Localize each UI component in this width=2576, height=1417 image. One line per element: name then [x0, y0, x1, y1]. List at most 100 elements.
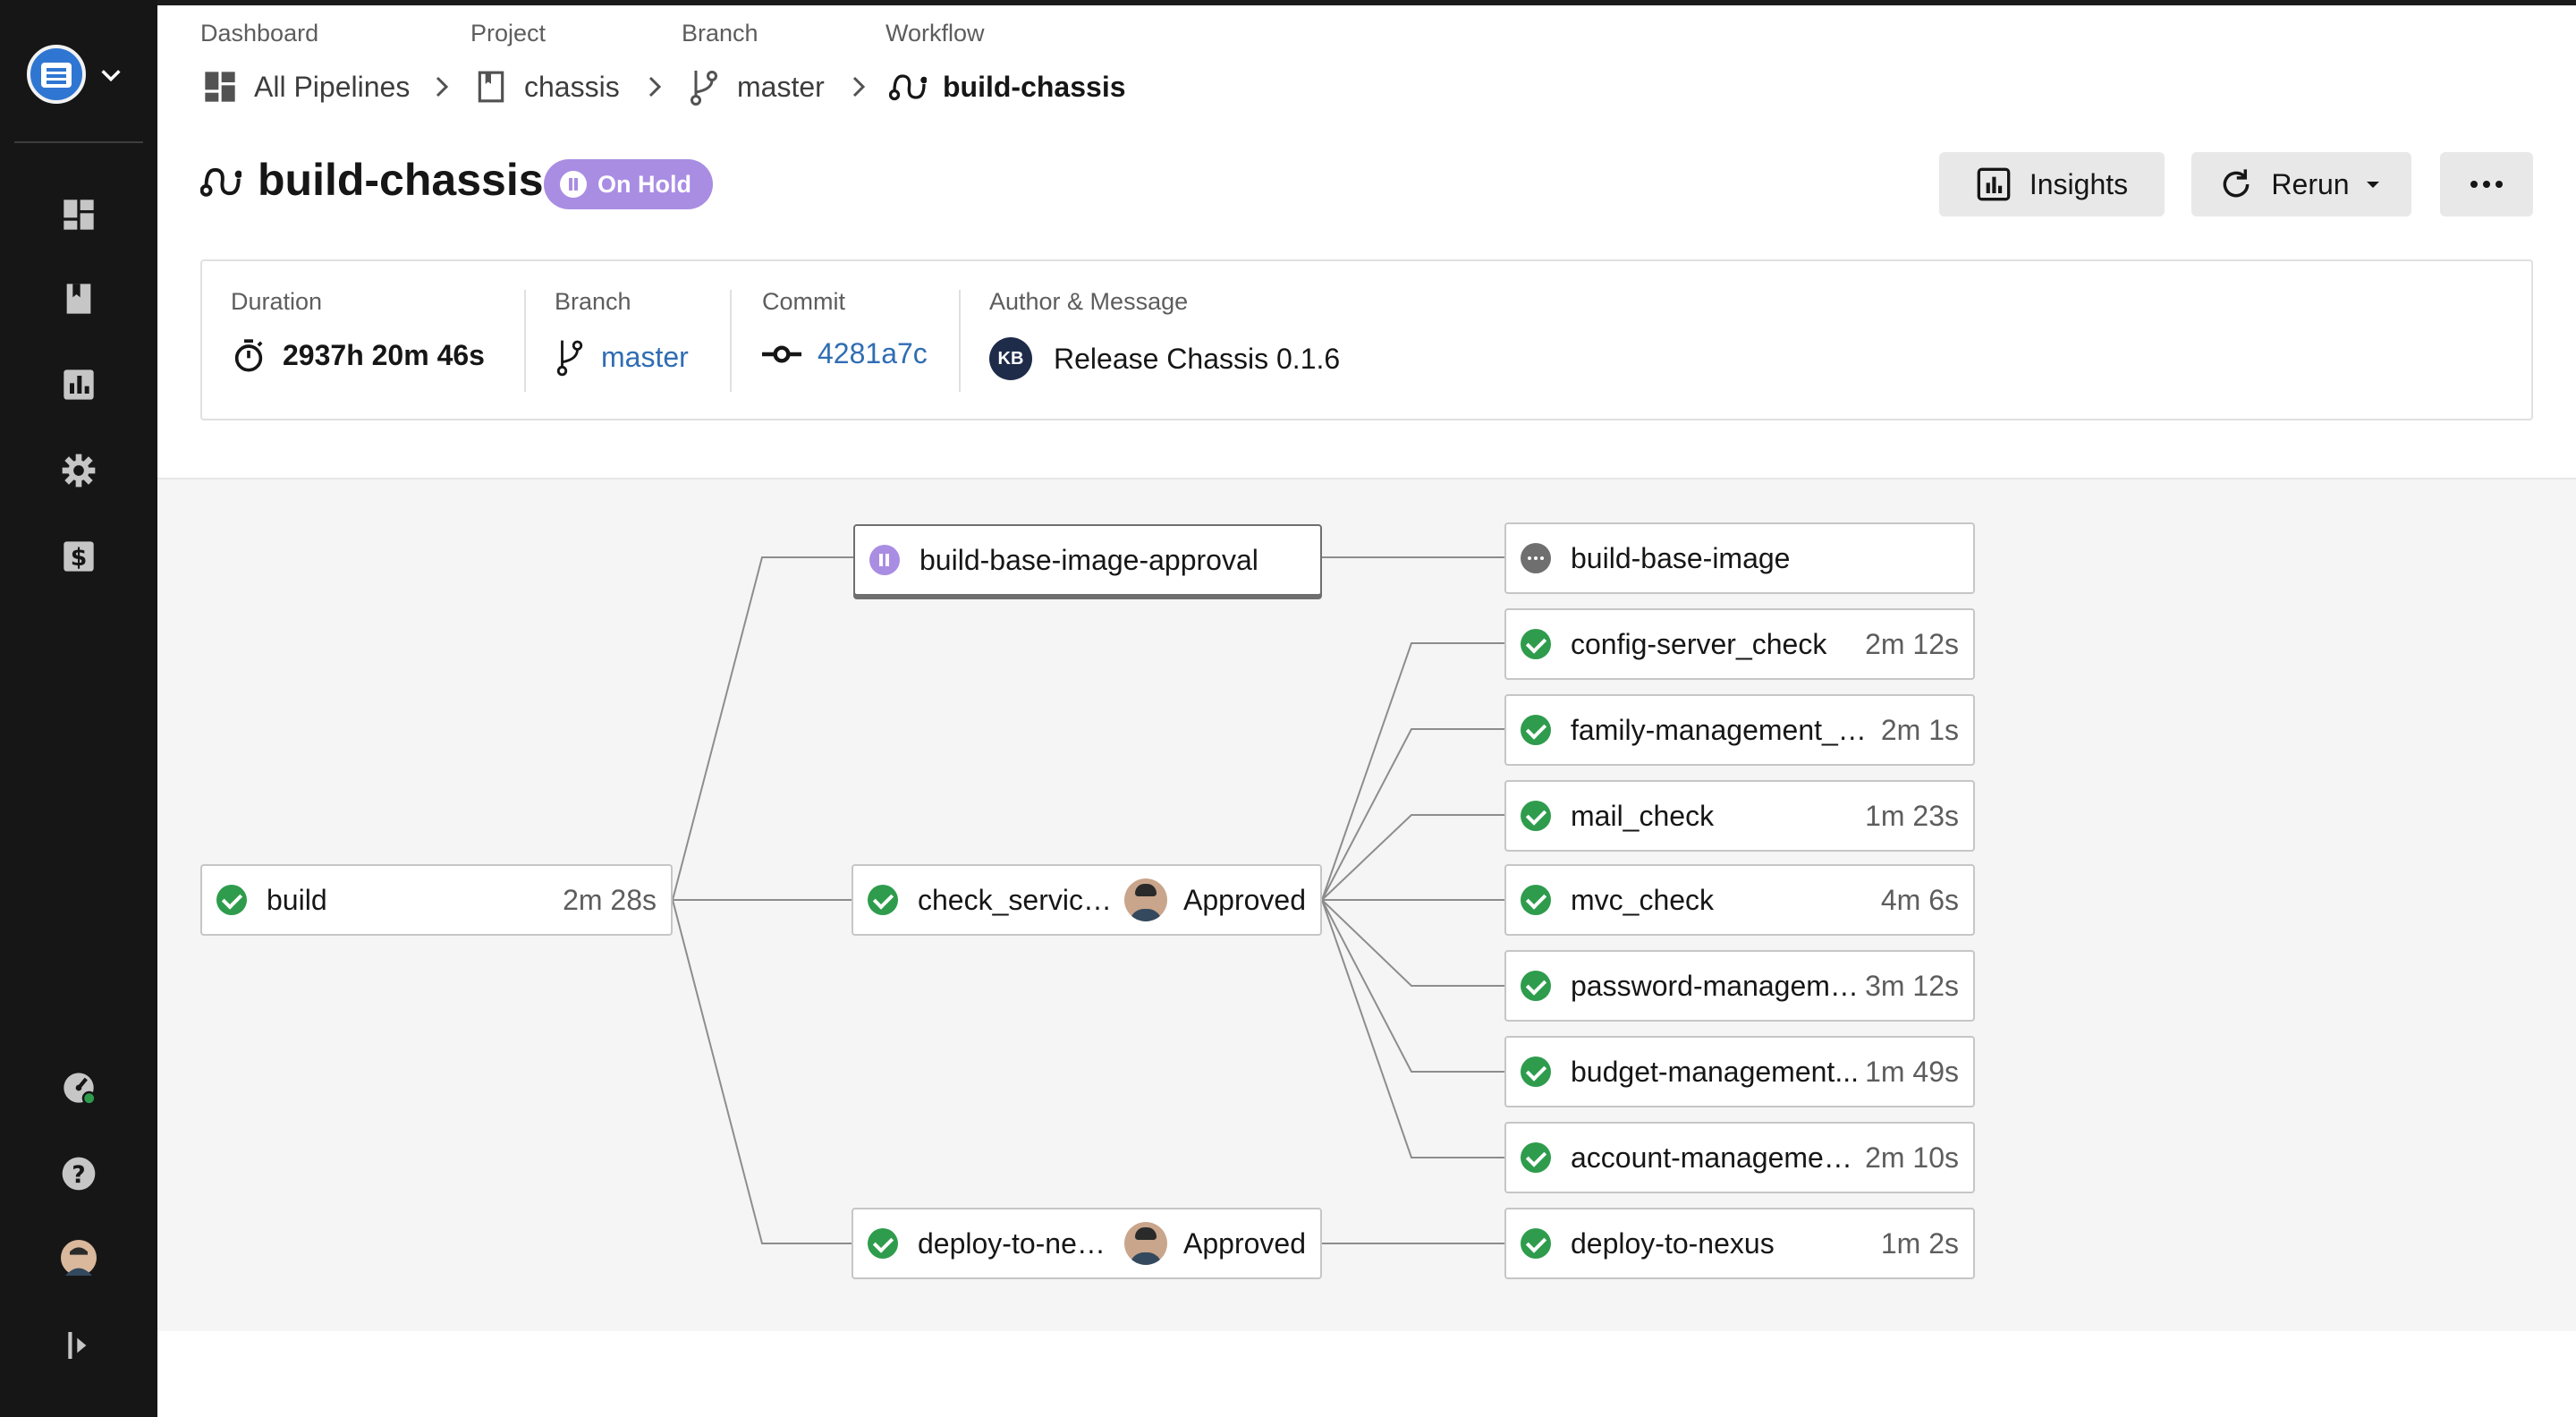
job-name: build — [267, 883, 327, 916]
job-duration: 2m 10s — [1865, 1141, 1959, 1174]
chevron-right-icon — [852, 76, 866, 98]
refresh-icon — [2224, 169, 2250, 198]
approval-status: Approved — [1183, 1226, 1306, 1260]
settings-icon[interactable] — [59, 451, 98, 490]
branch-field: Branch master — [555, 288, 689, 377]
success-icon — [1521, 1228, 1551, 1259]
rerun-button-label: Rerun — [2271, 167, 2350, 200]
job-build-base-image-approval[interactable]: build-base-image-approval — [853, 524, 1322, 596]
expand-sidebar-icon[interactable] — [59, 1326, 98, 1365]
dashboard-icon[interactable] — [59, 195, 98, 234]
author-message-label: Author & Message — [989, 288, 1189, 315]
approver-avatar — [1124, 1222, 1168, 1265]
job-deploy-to-nexus-approval[interactable]: deploy-to-nex... Approved — [852, 1208, 1322, 1279]
author-avatar: KB — [989, 337, 1032, 380]
job-duration: 3m 12s — [1865, 969, 1959, 1002]
success-icon — [1521, 971, 1551, 1001]
page-title: build-chassis — [258, 155, 544, 205]
user-avatar[interactable] — [59, 1238, 98, 1277]
job-name: password-manageme... — [1571, 969, 1860, 1002]
commit-icon — [762, 344, 801, 363]
success-icon — [1521, 629, 1551, 659]
job-config-server-check[interactable]: config-server_check 2m 12s — [1504, 608, 1975, 680]
success-icon — [1521, 1142, 1551, 1173]
job-duration: 1m 2s — [1880, 1226, 1959, 1260]
commit-label: Commit — [762, 288, 845, 315]
success-icon — [1521, 1056, 1551, 1087]
success-icon — [1521, 885, 1551, 915]
job-duration: 2m 28s — [563, 883, 657, 916]
top-strip — [0, 0, 2576, 5]
sidebar: $ ? — [0, 0, 157, 1417]
author-message-field: Author & Message KB Release Chassis 0.1.… — [989, 288, 1340, 380]
job-deploy-to-nexus[interactable]: deploy-to-nexus 1m 2s — [1504, 1208, 1975, 1279]
workflow-info-card: Duration 2937h 20m 46s Branch master Com… — [200, 259, 2533, 420]
job-family-management-check[interactable]: family-management_c... 2m 1s — [1504, 694, 1975, 766]
svg-text:?: ? — [72, 1161, 85, 1189]
job-budget-management-check[interactable]: budget-management... 1m 49s — [1504, 1036, 1975, 1107]
job-name: account-managemen... — [1571, 1141, 1860, 1174]
caret-down-icon — [2366, 182, 2379, 188]
help-icon[interactable]: ? — [59, 1154, 98, 1193]
approval-status: Approved — [1183, 883, 1306, 916]
info-separator — [730, 290, 732, 392]
status-badge: On Hold — [544, 159, 713, 209]
breadcrumb-label-project: Project — [470, 20, 547, 47]
breadcrumb-text: build-chassis — [943, 70, 1126, 103]
pause-icon — [560, 171, 587, 198]
stopwatch-icon — [234, 339, 263, 372]
job-name: family-management_c... — [1571, 713, 1876, 746]
breadcrumb-project[interactable]: chassis — [474, 66, 620, 107]
job-name: budget-management... — [1571, 1055, 1859, 1088]
breadcrumb-branch[interactable]: master — [687, 66, 825, 107]
project-icon — [478, 71, 504, 103]
job-mvc-check[interactable]: mvc_check 4m 6s — [1504, 864, 1975, 936]
org-logo-icon[interactable] — [27, 45, 86, 104]
job-build-base-image[interactable]: build-base-image — [1504, 522, 1975, 594]
insights-icon — [1977, 167, 2011, 201]
job-name: check_service... — [918, 883, 1114, 916]
job-name: deploy-to-nexus — [1571, 1226, 1775, 1260]
breadcrumb-all-pipelines[interactable]: All Pipelines — [202, 66, 410, 107]
commit-message: Release Chassis 0.1.6 — [1054, 342, 1341, 375]
plans-icon[interactable]: $ — [59, 537, 98, 576]
success-icon — [1521, 715, 1551, 745]
workflow-icon — [200, 167, 242, 197]
branch-icon — [691, 71, 717, 106]
job-account-management-check[interactable]: account-managemen... 2m 10s — [1504, 1122, 1975, 1193]
branch-label: Branch — [555, 288, 631, 315]
breadcrumb-label-dashboard: Dashboard — [200, 20, 319, 47]
more-options-button[interactable] — [2440, 152, 2533, 216]
projects-icon[interactable] — [59, 279, 98, 318]
job-mail-check[interactable]: mail_check 1m 23s — [1504, 780, 1975, 852]
job-duration: 2m 12s — [1865, 627, 1959, 660]
branch-link[interactable]: master — [601, 341, 689, 374]
insights-button[interactable]: Insights — [1939, 152, 2165, 216]
breadcrumb-workflow[interactable]: build-chassis — [889, 66, 1126, 107]
breadcrumb-text: chassis — [524, 70, 620, 103]
rerun-button[interactable]: Rerun — [2191, 152, 2411, 216]
chevron-right-icon — [436, 76, 449, 98]
success-icon — [216, 885, 247, 915]
success-icon — [868, 1228, 898, 1259]
job-duration: 4m 6s — [1880, 883, 1959, 916]
breadcrumb-label-branch: Branch — [682, 20, 758, 47]
job-password-management-check[interactable]: password-manageme... 3m 12s — [1504, 950, 1975, 1022]
success-icon — [868, 885, 898, 915]
duration-field: Duration 2937h 20m 46s — [231, 288, 485, 373]
breadcrumb-text: master — [737, 70, 825, 103]
chevron-down-icon[interactable] — [98, 63, 123, 88]
insights-icon[interactable] — [59, 365, 98, 404]
svg-text:$: $ — [71, 544, 88, 572]
job-name: mail_check — [1571, 799, 1715, 832]
on-hold-icon — [869, 545, 900, 575]
job-name: mvc_check — [1571, 883, 1715, 916]
dashboard-icon — [205, 72, 235, 102]
job-build[interactable]: build 2m 28s — [200, 864, 673, 936]
commit-link[interactable]: 4281a7c — [818, 337, 928, 370]
status-badge-label: On Hold — [597, 170, 691, 198]
job-name: deploy-to-nex... — [918, 1226, 1114, 1260]
status-icon[interactable] — [59, 1068, 98, 1107]
job-check-services-approval[interactable]: check_service... Approved — [852, 864, 1322, 936]
duration-label: Duration — [231, 288, 323, 315]
